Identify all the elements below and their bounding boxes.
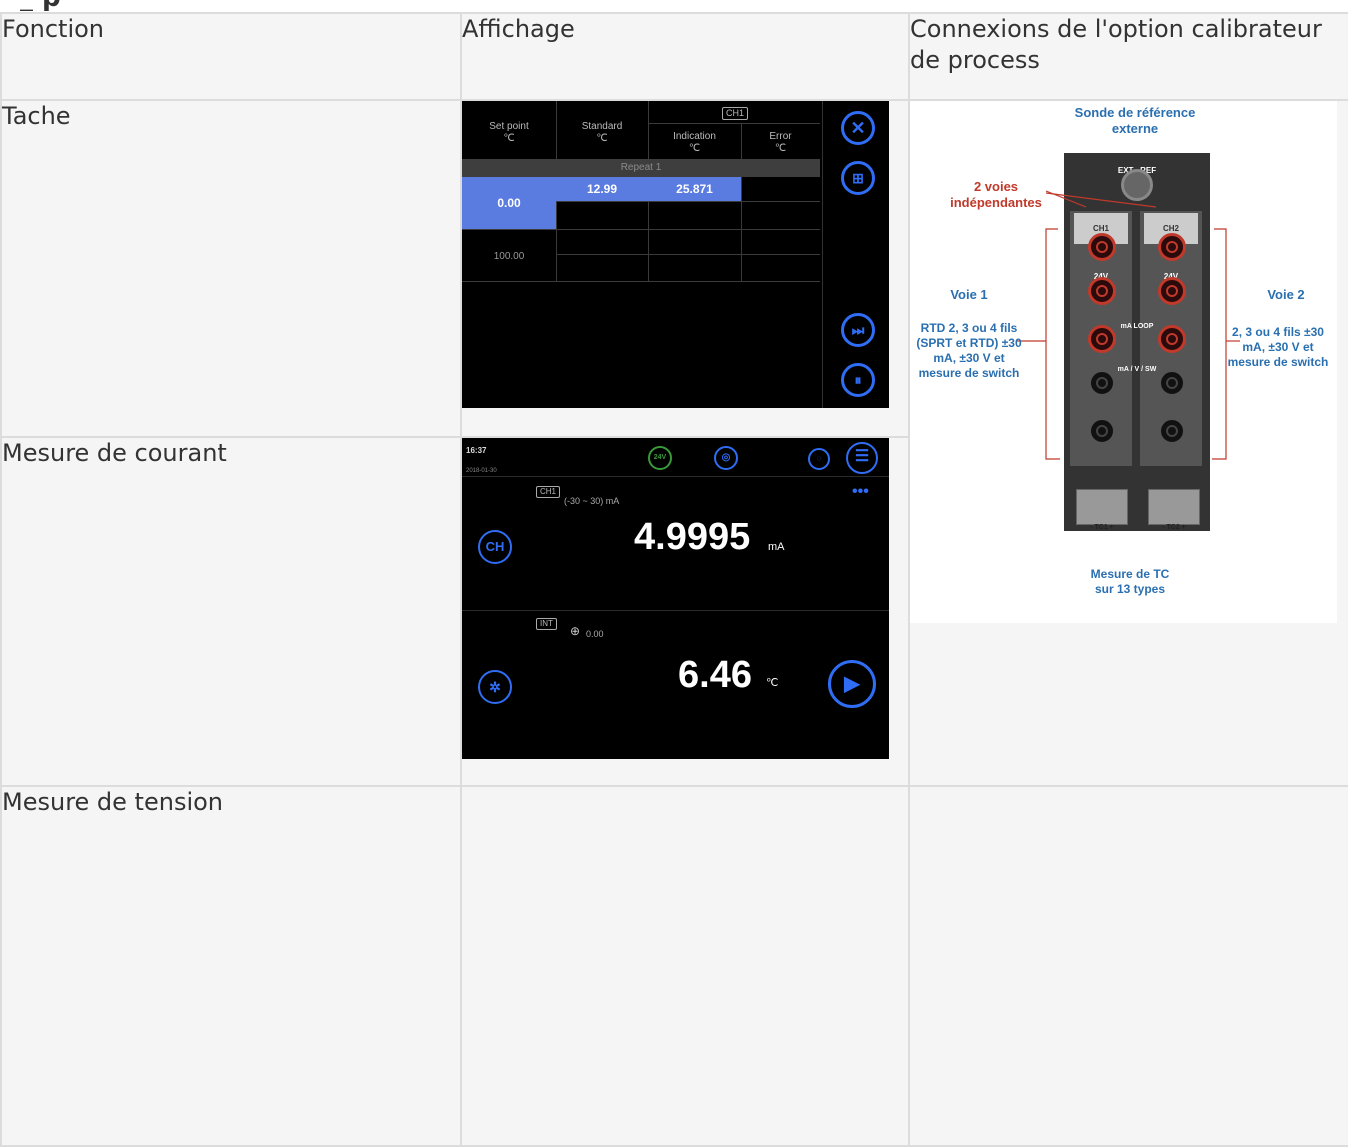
header-display: Affichage bbox=[460, 12, 910, 101]
divider bbox=[556, 254, 820, 255]
header-connections: Connexions de l'option calibrateur de pr… bbox=[908, 12, 1348, 101]
header-function: Fonction bbox=[0, 12, 462, 101]
divider bbox=[462, 281, 820, 282]
pause-icon[interactable]: ⏸ bbox=[841, 363, 875, 397]
tc-measure-label: Mesure de TC sur 13 types bbox=[1090, 567, 1170, 596]
voie1-label: Voie 1 bbox=[950, 287, 988, 302]
temperature-sensor-icon[interactable]: ✲ bbox=[478, 670, 512, 704]
offset-icon: ⊕ bbox=[570, 624, 581, 638]
col-indication: Indication ℃ bbox=[673, 131, 716, 154]
row-function-label: Tache bbox=[0, 99, 462, 438]
table-header-row: Fonction Affichage Connexions de l'optio… bbox=[0, 12, 1348, 101]
task-side-toolbar: ✕ ⊞ ⏭ ⏸ bbox=[822, 101, 889, 408]
clock-date: 2018-01-30 bbox=[466, 468, 497, 474]
table-row: Mesure de tension bbox=[0, 785, 1348, 1147]
table-row: Tache Set point ℃ Standard ℃ CH1 Indicatio… bbox=[0, 99, 1348, 787]
voie1-desc: RTD 2, 3 ou 4 fils (SPRT et RTD) ±30 mA,… bbox=[916, 321, 1022, 380]
spec-table: Fonction Affichage Connexions de l'optio… bbox=[0, 12, 1348, 1147]
channel-icon[interactable]: CH bbox=[478, 530, 512, 564]
mode-icon[interactable]: ◌ bbox=[808, 448, 830, 470]
task-screen: Set point ℃ Standard ℃ CH1 Indication ℃ Err… bbox=[462, 101, 889, 408]
voie2-desc: 2, 3 ou 4 fils ±30 mA, ±30 V et mesure d… bbox=[1227, 325, 1329, 369]
close-icon[interactable]: ✕ bbox=[841, 111, 875, 145]
temperature-value: 6.46 bbox=[678, 654, 752, 696]
int-badge: INT bbox=[536, 618, 557, 630]
task-grid: Set point ℃ Standard ℃ CH1 Indication ℃ Err… bbox=[462, 101, 820, 282]
divider bbox=[462, 476, 889, 477]
standard-cell-selected[interactable]: 12.99 bbox=[556, 177, 648, 201]
range-label: (-30 ~ 30) mA bbox=[564, 496, 620, 506]
voie2-label: Voie 2 bbox=[1267, 287, 1305, 302]
connection-diagram: Sonde de référence externe EXT . REF CH1… bbox=[910, 101, 1337, 623]
temperature-unit: ℃ bbox=[766, 677, 779, 689]
repeat-bar: Repeat 1 bbox=[462, 159, 820, 177]
thermometer-icon[interactable]: ◎ bbox=[714, 446, 738, 470]
col-setpoint: Set point ℃ bbox=[489, 121, 529, 144]
divider bbox=[741, 123, 742, 281]
setpoint-cell-selected[interactable]: 0.00 bbox=[462, 177, 556, 229]
current-value: 4.9995 bbox=[634, 516, 751, 558]
col-standard: Standard ℃ bbox=[581, 121, 623, 144]
indication-cell-selected[interactable]: 25.871 bbox=[648, 177, 741, 201]
divider bbox=[556, 201, 820, 202]
section-heading-fragment: _ p bbox=[20, 0, 90, 11]
row-function-label: Mesure de tension bbox=[0, 785, 462, 1147]
current-screen-cell: 16:37 2018-01-30 24V ◎ ◌ ☰ CH1 (-30 ~ 30… bbox=[460, 436, 910, 787]
current-screen: 16:37 2018-01-30 24V ◎ ◌ ☰ CH1 (-30 ~ 30… bbox=[462, 438, 889, 759]
channel-badge: CH1 bbox=[722, 107, 749, 120]
setpoint-cell[interactable]: 100.00 bbox=[462, 241, 556, 272]
divider bbox=[462, 229, 820, 230]
step-forward-icon[interactable]: ⏭ bbox=[841, 313, 875, 347]
int-offset: 0.00 bbox=[586, 629, 604, 639]
divider bbox=[462, 610, 889, 611]
play-icon[interactable]: ▶ bbox=[828, 660, 876, 708]
divider bbox=[648, 123, 820, 124]
badge-24v[interactable]: 24V bbox=[648, 446, 672, 470]
clock-time: 16:37 bbox=[466, 446, 487, 455]
more-icon[interactable]: ••• bbox=[852, 484, 869, 500]
diagram-cell: Sonde de référence externe EXT . REF CH1… bbox=[908, 99, 1348, 787]
empty-display-cell bbox=[460, 785, 910, 1147]
current-unit: mA bbox=[768, 541, 785, 553]
menu-icon[interactable]: ☰ bbox=[846, 442, 878, 474]
col-error: Error ℃ bbox=[769, 131, 792, 154]
row-function-label: Mesure de courant bbox=[0, 436, 462, 787]
empty-connections-cell bbox=[908, 785, 1348, 1147]
table-view-icon[interactable]: ⊞ bbox=[841, 161, 875, 195]
task-screen-cell: Set point ℃ Standard ℃ CH1 Indication ℃ Err… bbox=[460, 99, 910, 438]
page: _ p Fonction Affichage Connexions de l'o… bbox=[0, 0, 1348, 1147]
channel-badge: CH1 bbox=[536, 486, 561, 498]
